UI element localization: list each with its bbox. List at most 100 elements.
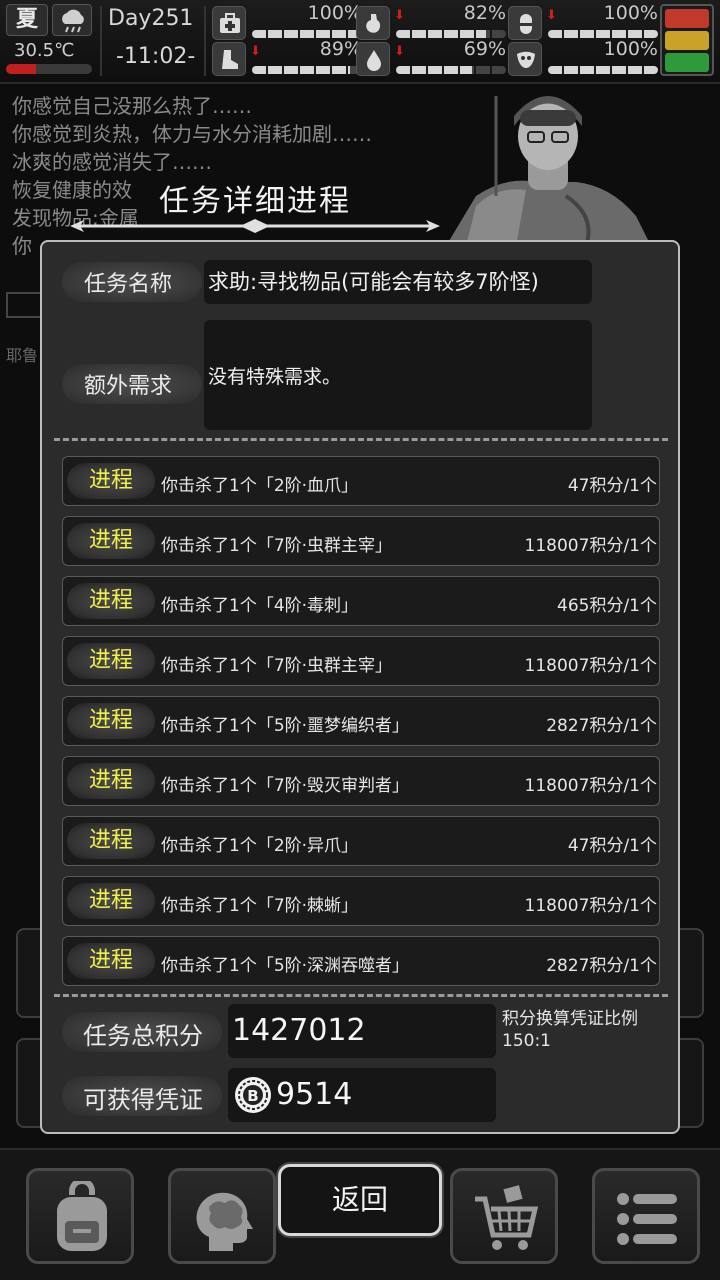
menu-button[interactable]	[592, 1168, 700, 1264]
progress-points: 2827积分/1个	[546, 716, 657, 736]
progress-description: 你击杀了1个「7阶·毁灭审判者」	[161, 776, 410, 796]
progress-description: 你击杀了1个「5阶·深渊吞噬者」	[161, 956, 410, 976]
progress-item: 进程 你击杀了1个「7阶·棘蜥」 118007积分/1个	[62, 876, 660, 926]
shop-button[interactable]	[450, 1168, 558, 1264]
progress-description: 你击杀了1个「2阶·血爪」	[161, 476, 359, 496]
first-aid-icon	[212, 6, 246, 40]
total-points-label: 任务总积分	[83, 1022, 203, 1050]
extra-requirement-value: 没有特殊需求。	[204, 320, 592, 430]
back-button[interactable]: 返回	[278, 1164, 442, 1236]
svg-text:B: B	[247, 1087, 258, 1105]
temperature-readout: 30.5℃	[14, 40, 75, 61]
stat-hunger[interactable]: ⬇ 82%	[356, 2, 506, 40]
stat-health[interactable]: 100%	[212, 2, 362, 40]
progress-item: 进程 你击杀了1个「2阶·异爪」 47积分/1个	[62, 816, 660, 866]
stat-bar	[396, 30, 506, 38]
stat-bar	[548, 30, 658, 38]
exchange-ratio-value: 150:1	[502, 1031, 551, 1051]
backpack-icon	[57, 1181, 107, 1251]
boot-icon	[212, 42, 246, 76]
character-portrait	[436, 86, 656, 247]
dashed-divider	[54, 438, 668, 441]
progress-points: 465积分/1个	[557, 596, 657, 616]
progress-item: 进程 你击杀了1个「2阶·血爪」 47积分/1个	[62, 456, 660, 506]
progress-tag: 进程	[67, 823, 155, 859]
exchange-ratio-label: 积分换算凭证比例	[502, 1009, 638, 1029]
condition-green	[665, 53, 709, 72]
condition-red	[665, 9, 709, 28]
progress-tag: 进程	[67, 943, 155, 979]
progress-description: 你击杀了1个「7阶·虫群主宰」	[161, 656, 393, 676]
bitcoin-coin-icon: B	[235, 1077, 271, 1113]
status-bar: 夏 30.5℃ Day251 -11:02- 100% ⬇ 82% ⬇ 100%…	[0, 0, 720, 84]
progress-description: 你击杀了1个「5阶·噩梦编织者」	[161, 716, 410, 736]
background-label: 耶鲁	[6, 346, 39, 365]
log-line: 你感觉自己没那么热了……	[12, 94, 252, 118]
ornament-divider	[70, 219, 440, 233]
declining-arrow-icon: ⬇	[546, 8, 557, 23]
menu-icon	[617, 1193, 677, 1245]
progress-points: 118007积分/1个	[524, 776, 657, 796]
skills-button[interactable]	[168, 1168, 276, 1264]
progress-description: 你击杀了1个「7阶·棘蜥」	[161, 896, 359, 916]
progress-item: 进程 你击杀了1个「5阶·深渊吞噬者」 2827积分/1个	[62, 936, 660, 986]
task-detail-modal: 任务名称 求助:寻找物品(可能会有较多7阶怪) 额外需求 没有特殊需求。 进程你…	[40, 240, 680, 1134]
progress-item: 进程 你击杀了1个「7阶·虫群主宰」 118007积分/1个	[62, 516, 660, 566]
condition-indicator[interactable]	[660, 4, 714, 76]
progress-tag: 进程	[67, 523, 155, 559]
task-name-label: 任务名称	[83, 272, 172, 297]
stat-value: 100%	[307, 2, 362, 24]
divider	[100, 6, 102, 76]
water-drop-icon	[356, 42, 390, 76]
progress-item: 进程 你击杀了1个「5阶·噩梦编织者」 2827积分/1个	[62, 696, 660, 746]
progress-description: 你击杀了1个「2阶·异爪」	[161, 836, 359, 856]
dashed-divider	[54, 994, 668, 997]
progress-tag: 进程	[67, 463, 155, 499]
game-clock: -11:02-	[116, 44, 196, 69]
progress-tag: 进程	[67, 643, 155, 679]
stat-stamina[interactable]: ⬇ 89%	[212, 38, 362, 76]
progress-points: 47积分/1个	[567, 476, 657, 496]
stomach-icon	[356, 6, 390, 40]
declining-arrow-icon: ⬇	[394, 44, 405, 59]
declining-arrow-icon: ⬇	[250, 44, 261, 59]
cart-icon	[475, 1185, 539, 1250]
progress-item: 进程 你击杀了1个「7阶·毁灭审判者」 118007积分/1个	[62, 756, 660, 806]
day-counter: Day251	[108, 6, 194, 31]
stat-mood[interactable]: 100%	[508, 38, 658, 76]
voucher-label: 可获得凭证	[83, 1086, 203, 1114]
stat-bar	[252, 30, 362, 38]
progress-points: 47积分/1个	[567, 836, 657, 856]
condition-yellow	[665, 31, 709, 50]
progress-description: 你击杀了1个「4阶·毒刺」	[161, 596, 359, 616]
brain-icon	[196, 1192, 253, 1251]
progress-points: 2827积分/1个	[546, 956, 657, 976]
stat-water[interactable]: ⬇ 69%	[356, 38, 506, 76]
exchange-ratio: 积分换算凭证比例 150:1	[502, 1008, 638, 1052]
stat-medicine[interactable]: ⬇ 100%	[508, 2, 658, 40]
stat-value: 100%	[603, 2, 658, 24]
progress-points: 118007积分/1个	[524, 536, 657, 556]
backpack-button[interactable]	[26, 1168, 134, 1264]
stat-value: 100%	[603, 38, 658, 60]
total-points-value: 1427012	[228, 1004, 496, 1058]
progress-description: 你击杀了1个「7阶·虫群主宰」	[161, 536, 393, 556]
progress-item: 进程 你击杀了1个「7阶·虫群主宰」 118007积分/1个	[62, 636, 660, 686]
stat-value: 69%	[463, 38, 506, 60]
log-line: 冰爽的感觉消失了……	[12, 150, 212, 174]
progress-tag: 进程	[67, 763, 155, 799]
stat-bar	[396, 66, 506, 74]
progress-tag: 进程	[67, 883, 155, 919]
voucher-field: B 9514	[228, 1068, 496, 1122]
stat-value: 82%	[463, 2, 506, 24]
mask-icon	[508, 42, 542, 76]
progress-points: 118007积分/1个	[524, 656, 657, 676]
progress-item: 进程 你击杀了1个「4阶·毒刺」 465积分/1个	[62, 576, 660, 626]
progress-list[interactable]: 进程 你击杀了1个「2阶·血爪」 47积分/1个 进程 你击杀了1个「7阶·虫群主宰」 1…	[54, 448, 668, 986]
extra-requirement-label: 额外需求	[83, 374, 172, 399]
modal-title-banner: 任务详细进程	[70, 176, 440, 236]
progress-tag: 进程	[67, 583, 155, 619]
season-badge: 夏	[6, 4, 48, 36]
weather-icon	[52, 4, 92, 36]
divider	[204, 6, 206, 76]
